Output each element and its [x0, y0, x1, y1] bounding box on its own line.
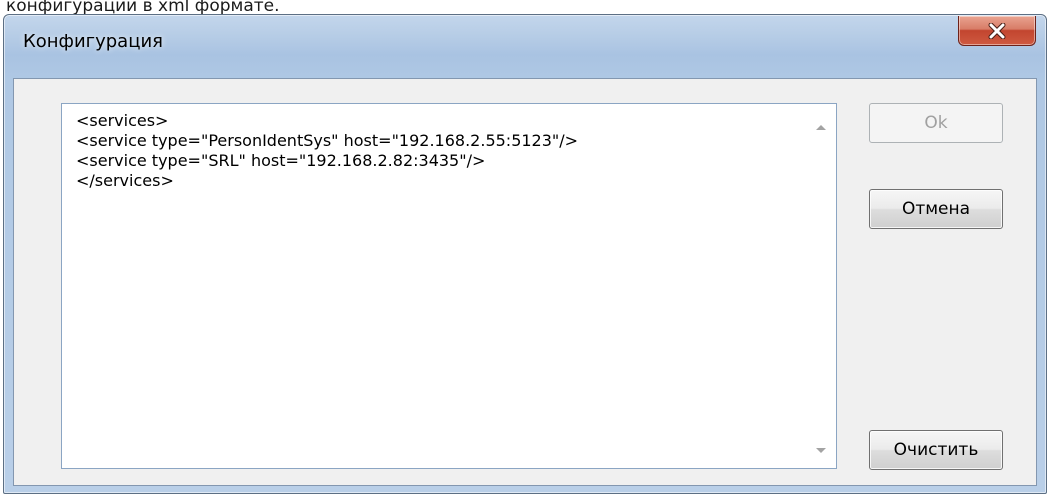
dialog-title: Конфигурация — [23, 31, 163, 52]
scroll-down-button[interactable] — [806, 436, 836, 466]
configuration-dialog: Конфигурация <services> <service type="P… — [3, 14, 1047, 494]
close-button[interactable] — [958, 16, 1036, 46]
close-x-icon — [988, 22, 1006, 39]
vertical-scrollbar[interactable] — [806, 104, 836, 468]
xml-line: <services> — [76, 111, 169, 130]
xml-config-textarea[interactable]: <services> <service type="PersonIdentSys… — [61, 103, 837, 469]
clear-button[interactable]: Очистить — [869, 430, 1003, 470]
xml-line: <service type="PersonIdentSys" host="192… — [76, 131, 579, 150]
scroll-down-arrow-icon — [816, 448, 826, 453]
scroll-up-button[interactable] — [806, 112, 836, 142]
scroll-up-arrow-icon — [816, 125, 826, 130]
xml-line: </services> — [76, 171, 174, 190]
xml-line: <service type="SRL" host="192.168.2.82:3… — [76, 151, 486, 170]
xml-config-text: <services> <service type="PersonIdentSys… — [76, 111, 578, 191]
dialog-client-area: <services> <service type="PersonIdentSys… — [13, 78, 1037, 486]
cancel-button[interactable]: Отмена — [869, 189, 1003, 229]
ok-button[interactable]: Ok — [869, 103, 1003, 143]
